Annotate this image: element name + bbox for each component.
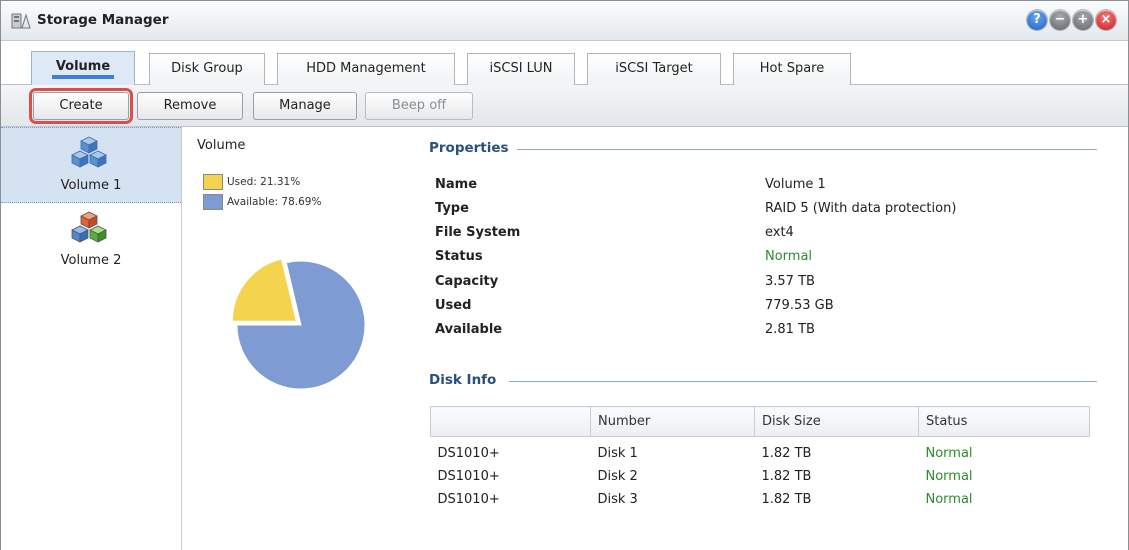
- storage-manager-window: Storage Manager ? − + × Volume Disk Grou…: [0, 0, 1129, 550]
- column-header[interactable]: Number: [590, 406, 755, 437]
- create-button[interactable]: Create: [29, 88, 133, 124]
- title-bar: Storage Manager ? − + ×: [1, 1, 1128, 41]
- prop-label-type: Type: [435, 201, 469, 216]
- remove-button[interactable]: Remove: [137, 92, 243, 120]
- cell-number: Disk 1: [597, 445, 638, 461]
- cell-status: Normal: [925, 445, 973, 461]
- table-row[interactable]: DS1010+ Disk 1 1.82 TB Normal: [431, 437, 1090, 465]
- minimize-icon[interactable]: −: [1050, 10, 1070, 30]
- disk-info-table: Number Disk Size Status DS1010+ Disk 1 1…: [430, 406, 1090, 511]
- prop-label-name: Name: [435, 177, 478, 192]
- prop-value-file-system: ext4: [765, 225, 794, 240]
- prop-label-status: Status: [435, 249, 483, 264]
- tab-volume[interactable]: Volume: [31, 51, 135, 86]
- prop-value-available: 2.81 TB: [765, 322, 815, 337]
- maximize-icon[interactable]: +: [1073, 10, 1093, 30]
- column-header[interactable]: Disk Size: [754, 406, 919, 437]
- tab-iscsi-lun[interactable]: iSCSI LUN: [467, 53, 575, 85]
- volume-list: Volume 1 Volume 2: [1, 127, 182, 550]
- close-icon[interactable]: ×: [1096, 10, 1116, 30]
- table-row[interactable]: DS1010+ Disk 2 1.82 TB Normal: [431, 465, 1090, 488]
- cell-number: Disk 2: [597, 468, 638, 484]
- legend-available: Available: 78.69%: [203, 192, 321, 212]
- window-title: Storage Manager: [37, 12, 169, 28]
- beep-off-button[interactable]: Beep off: [365, 92, 473, 120]
- tab-label: iSCSI LUN: [489, 61, 553, 76]
- volume-list-item[interactable]: Volume 2: [1, 203, 181, 279]
- legend-swatch-available: [203, 194, 223, 210]
- window-controls: ? − + ×: [1027, 10, 1116, 30]
- properties-divider: [513, 149, 1097, 150]
- tab-label: Hot Spare: [759, 61, 825, 76]
- legend-used-label: Used: 21.31%: [227, 176, 301, 188]
- prop-label-capacity: Capacity: [435, 274, 499, 289]
- volume-cubes-icon: [71, 211, 107, 243]
- disk-info-divider: [509, 381, 1097, 382]
- volume-details-pane: Volume Used: 21.31% Available: 78.69% Pr…: [183, 127, 1128, 550]
- prop-value-status: Normal: [765, 249, 813, 264]
- prop-value-name: Volume 1: [765, 177, 826, 192]
- tab-label: HDD Management: [306, 61, 426, 76]
- prop-value-used: 779.53 GB: [765, 298, 834, 313]
- column-header[interactable]: Status: [918, 406, 1090, 437]
- usage-legend: Used: 21.31% Available: 78.69%: [203, 172, 321, 212]
- cell-size: 1.82 TB: [761, 468, 812, 484]
- cell-status: Normal: [925, 468, 973, 484]
- table-header-row: Number Disk Size Status: [430, 406, 1090, 437]
- prop-value-capacity: 3.57 TB: [765, 274, 815, 289]
- usage-pie-chart: [231, 258, 366, 390]
- table-row[interactable]: DS1010+ Disk 3 1.82 TB Normal: [431, 488, 1090, 511]
- storage-manager-icon: [11, 13, 31, 29]
- legend-swatch-used: [203, 174, 223, 190]
- tab-bar: Volume Disk Group HDD Management iSCSI L…: [1, 41, 1128, 86]
- legend-used: Used: 21.31%: [203, 172, 321, 192]
- cell-size: 1.82 TB: [761, 445, 812, 461]
- cell-status: Normal: [925, 491, 973, 507]
- disk-info-heading: Disk Info: [429, 372, 505, 388]
- prop-label-file-system: File System: [435, 225, 521, 240]
- tab-label: Volume: [51, 59, 115, 79]
- column-header[interactable]: [430, 406, 591, 437]
- prop-value-type: RAID 5 (With data protection): [765, 201, 957, 216]
- manage-button[interactable]: Manage: [253, 92, 357, 120]
- cell-model: DS1010+: [437, 445, 500, 461]
- cell-size: 1.82 TB: [761, 491, 812, 507]
- tab-iscsi-target[interactable]: iSCSI Target: [587, 53, 721, 85]
- help-icon[interactable]: ?: [1027, 10, 1047, 30]
- usage-heading: Volume: [197, 138, 246, 153]
- tab-disk-group[interactable]: Disk Group: [149, 53, 265, 85]
- toolbar: Create Remove Manage Beep off: [1, 85, 1128, 127]
- tab-label: iSCSI Target: [615, 61, 693, 76]
- cell-model: DS1010+: [437, 468, 500, 484]
- prop-label-available: Available: [435, 322, 503, 337]
- properties-heading: Properties: [429, 140, 517, 156]
- volume-cubes-icon: [71, 136, 107, 168]
- tab-hdd-management[interactable]: HDD Management: [277, 53, 455, 85]
- tab-hot-spare[interactable]: Hot Spare: [733, 53, 851, 85]
- volume-list-item-label: Volume 2: [60, 253, 122, 268]
- legend-available-label: Available: 78.69%: [227, 196, 322, 208]
- cell-number: Disk 3: [597, 491, 638, 507]
- volume-list-item[interactable]: Volume 1: [1, 127, 181, 203]
- tab-label: Disk Group: [171, 61, 243, 76]
- pie-slice-used: [231, 258, 297, 322]
- cell-model: DS1010+: [437, 491, 500, 507]
- volume-list-item-label: Volume 1: [60, 178, 122, 193]
- prop-label-used: Used: [435, 298, 472, 313]
